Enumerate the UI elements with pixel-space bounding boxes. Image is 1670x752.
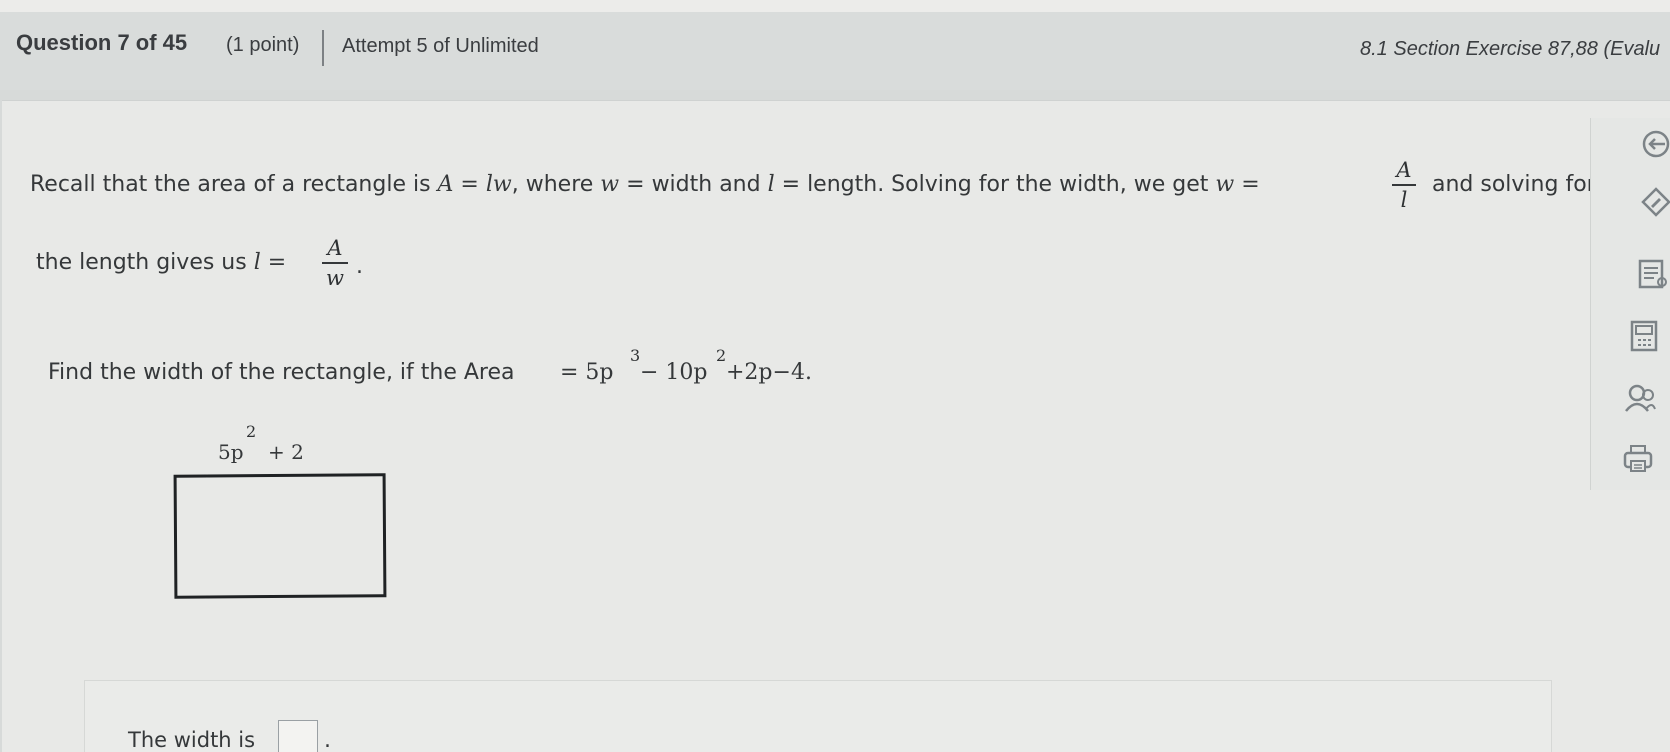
width-var: w [600, 172, 620, 197]
section-title: 8.1 Section Exercise 87,88 (Evalu [1360, 38, 1661, 60]
edit-icon[interactable] [1634, 182, 1670, 222]
area-exponent-2: 2 [716, 346, 727, 365]
line1-text-b: , where [511, 172, 594, 197]
length-var: l [767, 172, 775, 197]
problem-line-1: Recall that the area of a rectangle is A… [30, 172, 1260, 197]
help-person-icon[interactable] [1618, 378, 1662, 418]
header-divider [322, 30, 324, 66]
area-expression-c: +2p−4. [726, 360, 812, 385]
area-exponent-3: 3 [630, 346, 641, 365]
width-equals: w = [1215, 172, 1260, 197]
area-expression-a: = 5p [560, 360, 614, 385]
answer-period: . [324, 728, 331, 752]
fraction-numerator: A [1396, 158, 1412, 182]
fraction-numerator: A [327, 236, 343, 260]
refresh-icon[interactable] [1634, 124, 1670, 164]
fraction-a-over-w: A w [322, 236, 348, 290]
line1-text-c: = width and [626, 172, 761, 197]
rectangle-side-exponent: 2 [246, 422, 257, 441]
rectangle-side-label-b: + 2 [268, 440, 304, 464]
fraction-a-over-l: A l [1392, 158, 1416, 212]
width-answer-input[interactable] [278, 720, 318, 752]
question-points: (1 point) [226, 34, 300, 56]
line2-text: the length gives us [36, 250, 247, 275]
attempt-counter: Attempt 5 of Unlimited [342, 35, 539, 57]
top-strip [0, 0, 1670, 12]
rectangle-side-label-a: 5p [218, 440, 244, 464]
print-icon[interactable] [1616, 438, 1660, 478]
rectangle-diagram [173, 473, 387, 599]
find-instruction: Find the width of the rectangle, if the … [48, 360, 515, 385]
line1-tail: and solving for [1432, 172, 1596, 197]
line1-text-a: Recall that the area of a rectangle is [30, 172, 431, 197]
find-text: Find the width of the rectangle, if the … [48, 360, 515, 385]
side-toolbar [1590, 118, 1670, 490]
length-equals: l = [253, 250, 287, 275]
question-number: Question 7 of 45 [16, 30, 188, 55]
area-expression-b: − 10p [640, 360, 708, 385]
area-formula: A = lw [437, 172, 512, 197]
fraction-denominator: l [1400, 188, 1408, 212]
calculator-icon[interactable] [1622, 316, 1666, 356]
problem-line-2: the length gives us l = [36, 250, 286, 275]
answer-prompt: The width is [128, 728, 256, 752]
fraction-denominator: w [326, 266, 344, 290]
notes-icon[interactable] [1630, 254, 1670, 294]
line2-period: . [356, 254, 363, 279]
line1-text-d: = length. Solving for the width, we get [781, 172, 1209, 197]
